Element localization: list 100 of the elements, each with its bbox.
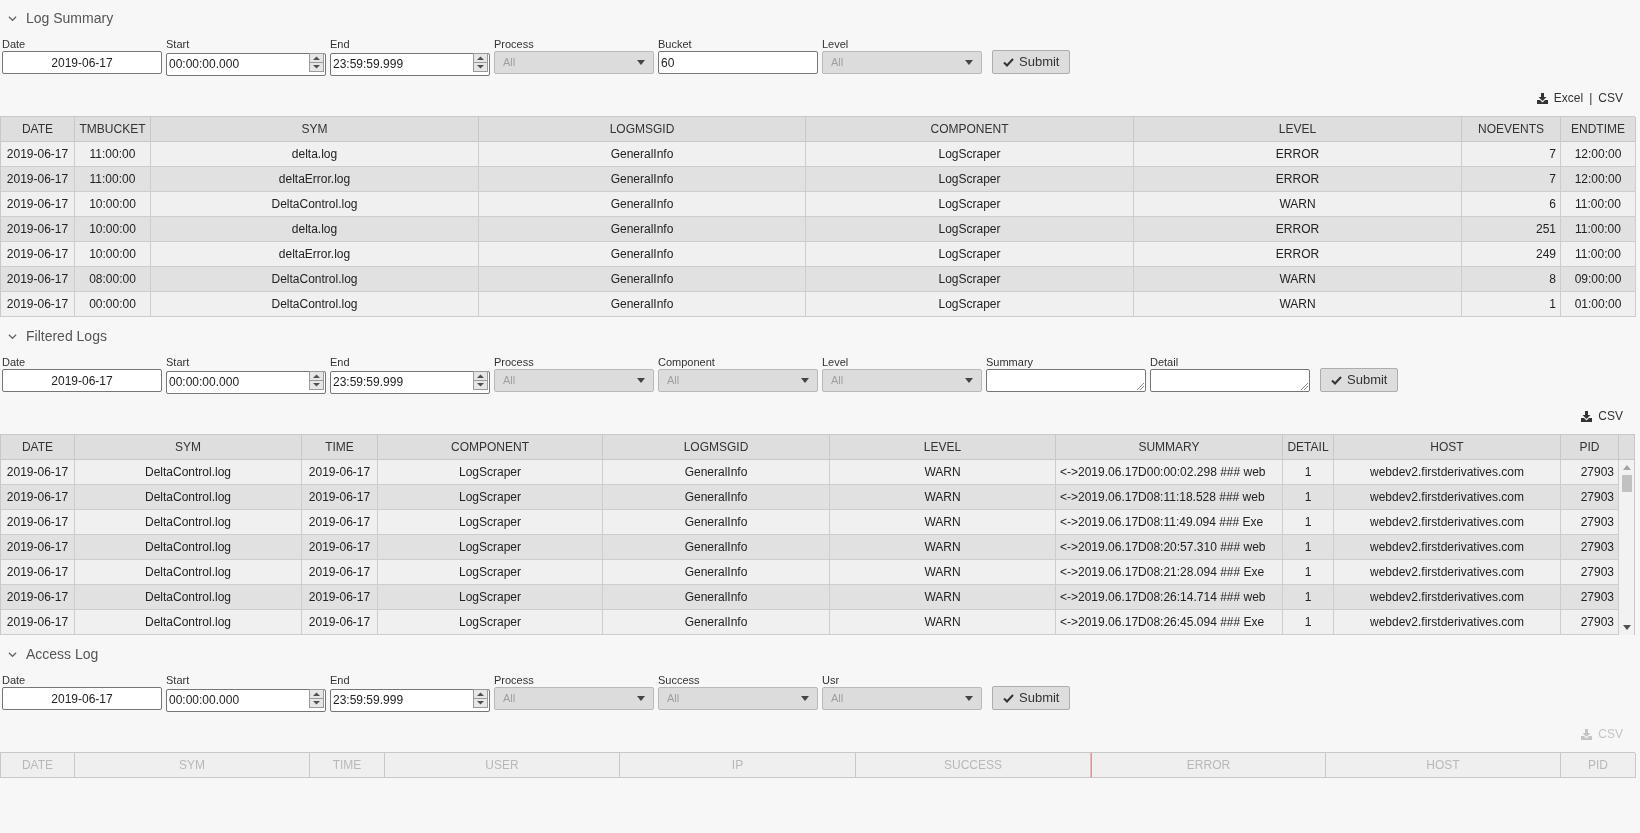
table-cell: 27903: [1561, 485, 1619, 510]
time-field[interactable]: 23:59:59.999: [330, 688, 490, 712]
field-label: Start: [166, 673, 191, 687]
table-cell: 1: [1283, 610, 1334, 635]
spinner-icon[interactable]: [309, 371, 324, 390]
table-cell: GeneralInfo: [479, 192, 806, 217]
table-cell: 249: [1462, 242, 1561, 267]
table-cell: LogScraper: [806, 167, 1134, 192]
column-header[interactable]: HOST: [1334, 435, 1561, 460]
column-header[interactable]: TIME: [302, 435, 378, 460]
field-label: Date: [2, 673, 27, 687]
column-header[interactable]: TMBUCKET: [75, 117, 151, 142]
spinner-icon[interactable]: [473, 371, 488, 390]
column-header[interactable]: DATE: [1, 117, 75, 142]
table-cell: <->2019.06.17D08:11:49.094 ### Exe: [1056, 510, 1283, 535]
textarea-field[interactable]: [1150, 369, 1310, 392]
scroll-down-icon[interactable]: [1622, 625, 1631, 630]
submit-button[interactable]: Submit: [992, 50, 1071, 74]
section-toggle[interactable]: Filtered Logs: [0, 318, 107, 354]
table-cell: <->2019.06.17D08:26:14.714 ### web: [1056, 585, 1283, 610]
section-toggle[interactable]: Access Log: [0, 636, 99, 672]
column-header[interactable]: COMPONENT: [378, 435, 603, 460]
date-field[interactable]: 2019-06-17: [2, 369, 162, 392]
table-cell: 7: [1462, 142, 1561, 167]
caret-down-icon: [965, 60, 973, 65]
table-cell: 2019-06-17: [302, 485, 378, 510]
table-cell: LogScraper: [806, 192, 1134, 217]
submit-button[interactable]: Submit: [1320, 368, 1399, 392]
table-cell: delta.log: [151, 217, 479, 242]
table-cell: webdev2.firstderivatives.com: [1334, 510, 1561, 535]
table-cell: 1: [1283, 485, 1334, 510]
time-field[interactable]: 23:59:59.999: [330, 52, 490, 76]
column-header[interactable]: DETAIL: [1283, 435, 1334, 460]
column-header[interactable]: SYM: [151, 117, 479, 142]
table-cell: LogScraper: [806, 242, 1134, 267]
caret-down-icon: [801, 378, 809, 383]
check-icon: [1331, 375, 1342, 385]
section-toggle[interactable]: Log Summary: [0, 0, 114, 36]
table-cell: ERROR: [1134, 217, 1462, 242]
column-header[interactable]: NOEVENTS: [1462, 117, 1561, 142]
table-cell: 2019-06-17: [302, 610, 378, 635]
field-label: Component: [658, 355, 716, 369]
table-cell: <->2019.06.17D00:00:02.298 ### web: [1056, 460, 1283, 485]
spinner-icon[interactable]: [309, 53, 324, 72]
field-label: Detail: [1150, 355, 1180, 369]
table-cell: DeltaControl.log: [75, 460, 302, 485]
column-header[interactable]: COMPONENT: [806, 117, 1134, 142]
column-header[interactable]: LEVEL: [830, 435, 1056, 460]
date-field[interactable]: 2019-06-17: [2, 51, 162, 74]
caret-down-icon: [637, 378, 645, 383]
spinner-icon[interactable]: [309, 689, 324, 708]
column-header[interactable]: SYM: [75, 435, 302, 460]
column-header[interactable]: DATE: [1, 435, 75, 460]
column-header[interactable]: SUMMARY: [1056, 435, 1283, 460]
table-cell: LogScraper: [378, 585, 603, 610]
table-cell: DeltaControl.log: [75, 510, 302, 535]
table-cell: webdev2.firstderivatives.com: [1334, 560, 1561, 585]
spinner-icon[interactable]: [473, 53, 488, 72]
table-cell: GeneralInfo: [603, 560, 830, 585]
table-cell: GeneralInfo: [603, 510, 830, 535]
table-cell: 2019-06-17: [1, 560, 75, 585]
export-link[interactable]: CSV: [1598, 407, 1623, 425]
resize-grip-icon[interactable]: [1137, 383, 1144, 390]
field-label: End: [330, 673, 351, 687]
scrollbar[interactable]: [1619, 460, 1635, 635]
time-field[interactable]: 23:59:59.999: [330, 370, 490, 394]
table-cell: 2019-06-17: [1, 292, 75, 317]
column-header[interactable]: LEVEL: [1134, 117, 1462, 142]
column-header[interactable]: PID: [1561, 435, 1619, 460]
export-link[interactable]: Excel: [1553, 89, 1584, 107]
scrollbar-thumb[interactable]: [1621, 475, 1632, 492]
textarea-field[interactable]: [986, 369, 1146, 392]
column-header[interactable]: LOGMSGID: [603, 435, 830, 460]
table-cell: 01:00:00: [1561, 292, 1636, 317]
table-cell: webdev2.firstderivatives.com: [1334, 460, 1561, 485]
table-cell: WARN: [830, 610, 1056, 635]
time-field[interactable]: 00:00:00.000: [166, 370, 326, 394]
resize-grip-icon[interactable]: [1301, 383, 1308, 390]
spinner-icon[interactable]: [473, 689, 488, 708]
caret-down-icon: [637, 696, 645, 701]
date-field[interactable]: 2019-06-17: [2, 687, 162, 710]
table-cell: delta.log: [151, 142, 479, 167]
table-cell: LogScraper: [806, 292, 1134, 317]
time-field[interactable]: 00:00:00.000: [166, 688, 326, 712]
field-label: Date: [2, 355, 27, 369]
submit-button[interactable]: Submit: [992, 686, 1071, 710]
table-cell: LogScraper: [806, 142, 1134, 167]
column-header[interactable]: ENDTIME: [1561, 117, 1636, 142]
table-cell: <->2019.06.17D08:11:18.528 ### web: [1056, 485, 1283, 510]
time-field[interactable]: 00:00:00.000: [166, 52, 326, 76]
column-header[interactable]: LOGMSGID: [479, 117, 806, 142]
export-link[interactable]: CSV: [1598, 89, 1623, 107]
table-cell: LogScraper: [806, 217, 1134, 242]
caret-down-icon: [965, 378, 973, 383]
text-field[interactable]: 60: [658, 51, 818, 74]
table-cell: ERROR: [1134, 142, 1462, 167]
field-label: Success: [658, 673, 701, 687]
table-cell: 2019-06-17: [1, 585, 75, 610]
field-label: Date: [2, 37, 27, 51]
table-cell: DeltaControl.log: [75, 585, 302, 610]
